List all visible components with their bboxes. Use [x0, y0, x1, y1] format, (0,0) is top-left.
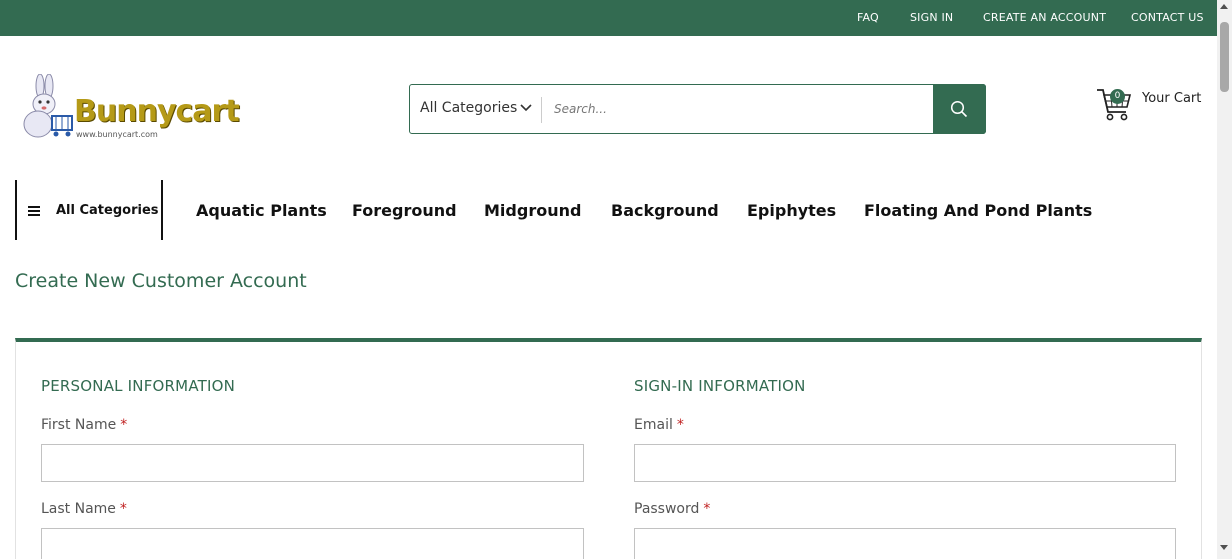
search-icon: [950, 100, 968, 118]
required-mark: *: [120, 417, 128, 433]
logo-wordmark: Bunnycart: [74, 94, 240, 129]
email-field[interactable]: [634, 444, 1176, 482]
logo-url-text: www.bunnycart.com: [76, 130, 158, 139]
sign-in-information-heading: SIGN-IN INFORMATION: [634, 377, 806, 395]
scroll-down-arrow-icon[interactable]: [1220, 545, 1228, 550]
search-input[interactable]: [554, 95, 924, 123]
personal-information-heading: PERSONAL INFORMATION: [41, 377, 236, 395]
page: FAQ SIGN IN CREATE AN ACCOUNT CONTACT US…: [0, 0, 1232, 559]
page-title: Create New Customer Account: [15, 270, 307, 292]
cart-count-badge: 0: [1110, 89, 1125, 104]
email-label-text: Email: [634, 417, 673, 433]
cart-label: Your Cart: [1142, 91, 1202, 106]
last-name-field[interactable]: [41, 528, 584, 559]
page-scrollbar[interactable]: [1217, 0, 1232, 559]
password-label-text: Password: [634, 501, 700, 517]
search-category-label: All Categories: [420, 100, 518, 116]
scroll-up-arrow-icon[interactable]: [1220, 4, 1228, 9]
bunny-mascot-icon: [23, 74, 73, 138]
nav-item-aquatic-plants[interactable]: Aquatic Plants: [196, 201, 327, 220]
first-name-field[interactable]: [41, 444, 584, 482]
last-name-label: Last Name *: [41, 501, 127, 517]
nav-item-foreground[interactable]: Foreground: [352, 201, 457, 220]
search-category-select[interactable]: All Categories: [410, 85, 541, 133]
contact-us-link[interactable]: CONTACT US: [1131, 11, 1204, 24]
nav-item-background[interactable]: Background: [611, 201, 719, 220]
password-label: Password *: [634, 501, 710, 517]
faq-link[interactable]: FAQ: [857, 11, 879, 24]
all-categories-label: All Categories: [56, 203, 159, 218]
hamburger-icon: [28, 206, 40, 216]
required-mark: *: [119, 501, 127, 517]
required-mark: *: [703, 501, 711, 517]
create-account-link[interactable]: CREATE AN ACCOUNT: [983, 11, 1106, 24]
password-field[interactable]: [634, 528, 1176, 559]
scrollbar-thumb[interactable]: [1220, 22, 1229, 92]
nav-item-midground[interactable]: Midground: [484, 201, 581, 220]
sign-in-link[interactable]: SIGN IN: [910, 11, 953, 24]
site-logo[interactable]: Bunnycart www.bunnycart.com: [18, 72, 240, 144]
last-name-label-text: Last Name: [41, 501, 116, 517]
top-bar: FAQ SIGN IN CREATE AN ACCOUNT CONTACT US: [0, 0, 1217, 36]
nav-item-epiphytes[interactable]: Epiphytes: [747, 201, 836, 220]
first-name-label: First Name *: [41, 417, 127, 433]
search-divider: [541, 97, 542, 123]
search-button[interactable]: [933, 84, 986, 134]
first-name-label-text: First Name: [41, 417, 117, 433]
chevron-down-icon: [520, 104, 532, 112]
all-categories-menu-button[interactable]: All Categories: [15, 180, 163, 240]
required-mark: *: [676, 417, 684, 433]
email-label: Email *: [634, 417, 684, 433]
search-bar: All Categories: [409, 84, 986, 134]
nav-item-floating-and-pond-plants[interactable]: Floating And Pond Plants: [864, 201, 1092, 220]
cart-button[interactable]: 0 Your Cart: [1096, 86, 1208, 126]
